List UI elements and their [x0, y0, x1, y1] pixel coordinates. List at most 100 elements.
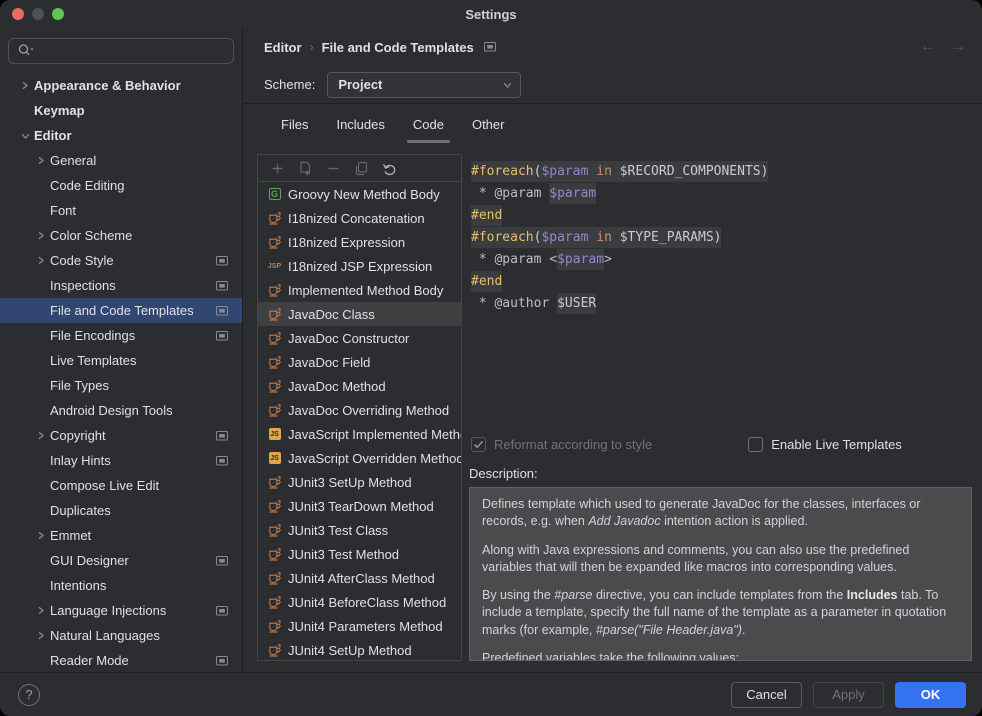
sidebar-item-duplicates[interactable]: Duplicates: [0, 498, 242, 523]
template-list-item[interactable]: JUnit4 BeforeClass Method: [258, 590, 461, 614]
copy-template-button[interactable]: [354, 161, 369, 176]
forward-arrow-icon[interactable]: →: [950, 38, 966, 56]
sidebar-item-label: Code Editing: [50, 178, 124, 193]
breadcrumb: Editor › File and Code Templates ← →: [244, 28, 982, 66]
cancel-button[interactable]: Cancel: [731, 682, 802, 708]
template-list-item[interactable]: JavaDoc Field: [258, 350, 461, 374]
chevron-right-icon[interactable]: [32, 606, 50, 615]
remove-template-button[interactable]: [326, 161, 341, 176]
tab-other[interactable]: Other: [472, 104, 505, 145]
sidebar-item-keymap[interactable]: Keymap: [0, 98, 242, 123]
sidebar-item-file-types[interactable]: File Types: [0, 373, 242, 398]
ok-button[interactable]: OK: [895, 682, 966, 708]
tab-code[interactable]: Code: [413, 104, 444, 145]
chevron-right-icon[interactable]: [16, 81, 34, 90]
javascript-icon: JS: [268, 428, 281, 441]
add-template-button[interactable]: [270, 161, 285, 176]
sidebar-item-appearance-behavior[interactable]: Appearance & Behavior: [0, 73, 242, 98]
code-line: * @author $USER: [471, 293, 972, 315]
template-list-item[interactable]: I18nized Concatenation: [258, 206, 461, 230]
create-duplicate-template-button[interactable]: [298, 161, 313, 176]
screen-icon: [216, 656, 228, 666]
tab-files[interactable]: Files: [281, 104, 308, 145]
sidebar-item-language-injections[interactable]: Language Injections: [0, 598, 242, 623]
sidebar-item-color-scheme[interactable]: Color Scheme: [0, 223, 242, 248]
sidebar-item-intentions[interactable]: Intentions: [0, 573, 242, 598]
screen-icon: [216, 431, 228, 441]
java-class-icon: [268, 572, 281, 585]
template-list-item[interactable]: GGroovy New Method Body: [258, 182, 461, 206]
sidebar-item-live-templates[interactable]: Live Templates: [0, 348, 242, 373]
duplicate-icon: [298, 161, 313, 176]
screen-icon: [216, 556, 228, 566]
template-list-item[interactable]: JUnit4 Parameters Method: [258, 614, 461, 638]
revert-template-button[interactable]: [382, 161, 398, 176]
sidebar-item-emmet[interactable]: Emmet: [0, 523, 242, 548]
template-code-editor[interactable]: #foreach($param in $RECORD_COMPONENTS) *…: [462, 154, 972, 428]
sidebar-item-editor[interactable]: Editor: [0, 123, 242, 148]
chevron-right-icon[interactable]: [32, 231, 50, 240]
template-list-item[interactable]: JavaDoc Constructor: [258, 326, 461, 350]
template-list-item[interactable]: JUnit3 TearDown Method: [258, 494, 461, 518]
sidebar-item-code-editing[interactable]: Code Editing: [0, 173, 242, 198]
sidebar-item-file-encodings[interactable]: File Encodings: [0, 323, 242, 348]
chevron-right-icon[interactable]: [32, 631, 50, 640]
chevron-right-icon[interactable]: [32, 156, 50, 165]
enable-live-templates-checkbox[interactable]: Enable Live Templates: [748, 437, 902, 452]
code-line: * @param $param: [471, 183, 972, 205]
chevron-down-icon[interactable]: [16, 132, 34, 140]
template-name: JUnit3 SetUp Method: [288, 475, 412, 490]
template-list-item[interactable]: JUnit3 SetUp Method: [258, 470, 461, 494]
template-name: JavaDoc Field: [288, 355, 370, 370]
chevron-right-icon[interactable]: [32, 531, 50, 540]
template-list-item[interactable]: JSJavaScript Implemented Method: [258, 422, 461, 446]
scheme-dropdown[interactable]: Project: [327, 72, 521, 98]
template-list-item[interactable]: I18nized Expression: [258, 230, 461, 254]
search-input[interactable]: [37, 43, 225, 60]
template-list-item[interactable]: JUnit3 Test Method: [258, 542, 461, 566]
template-name: Groovy New Method Body: [288, 187, 440, 202]
sidebar-item-reader-mode[interactable]: Reader Mode: [0, 648, 242, 672]
code-line: * @param <$param>: [471, 249, 972, 271]
java-class-icon: [268, 356, 281, 369]
settings-dialog: Settings Appearance & BehaviorKeymapEdit…: [0, 0, 982, 716]
template-list-item[interactable]: JavaDoc Overriding Method: [258, 398, 461, 422]
template-list: GGroovy New Method BodyI18nized Concaten…: [258, 182, 461, 660]
help-button[interactable]: ?: [18, 684, 40, 706]
back-arrow-icon[interactable]: ←: [920, 38, 936, 56]
template-list-item[interactable]: JSJavaScript Overridden Method: [258, 446, 461, 470]
sidebar-item-label: Live Templates: [50, 353, 136, 368]
template-list-item[interactable]: JSPI18nized JSP Expression: [258, 254, 461, 278]
template-list-item[interactable]: JUnit4 SetUp Method: [258, 638, 461, 660]
template-name: JUnit4 SetUp Method: [288, 643, 412, 658]
breadcrumb-separator-icon: ›: [310, 40, 314, 54]
template-list-item[interactable]: JUnit3 Test Class: [258, 518, 461, 542]
sidebar-item-natural-languages[interactable]: Natural Languages: [0, 623, 242, 648]
sidebar-item-android-design-tools[interactable]: Android Design Tools: [0, 398, 242, 423]
reformat-checkbox[interactable]: Reformat according to style: [471, 437, 652, 452]
template-list-item[interactable]: JavaDoc Class: [258, 302, 461, 326]
template-list-item[interactable]: Implemented Method Body: [258, 278, 461, 302]
sidebar-item-code-style[interactable]: Code Style: [0, 248, 242, 273]
template-name: I18nized Expression: [288, 235, 405, 250]
template-list-item[interactable]: JUnit4 AfterClass Method: [258, 566, 461, 590]
settings-search-field[interactable]: [8, 38, 234, 64]
sidebar-item-font[interactable]: Font: [0, 198, 242, 223]
java-class-icon: [268, 524, 281, 537]
sidebar-item-label: Copyright: [50, 428, 106, 443]
sidebar-item-general[interactable]: General: [0, 148, 242, 173]
sidebar-item-inlay-hints[interactable]: Inlay Hints: [0, 448, 242, 473]
sidebar-item-compose-live-edit[interactable]: Compose Live Edit: [0, 473, 242, 498]
apply-button[interactable]: Apply: [813, 682, 884, 708]
chevron-right-icon[interactable]: [32, 431, 50, 440]
template-name: JavaDoc Constructor: [288, 331, 409, 346]
sidebar-item-gui-designer[interactable]: GUI Designer: [0, 548, 242, 573]
chevron-right-icon[interactable]: [32, 256, 50, 265]
sidebar-item-inspections[interactable]: Inspections: [0, 273, 242, 298]
tab-includes[interactable]: Includes: [336, 104, 384, 145]
sidebar-item-copyright[interactable]: Copyright: [0, 423, 242, 448]
breadcrumb-editor[interactable]: Editor: [264, 40, 302, 55]
sidebar-item-file-and-code-templates[interactable]: File and Code Templates: [0, 298, 242, 323]
template-list-item[interactable]: JavaDoc Method: [258, 374, 461, 398]
sidebar-item-label: Font: [50, 203, 76, 218]
